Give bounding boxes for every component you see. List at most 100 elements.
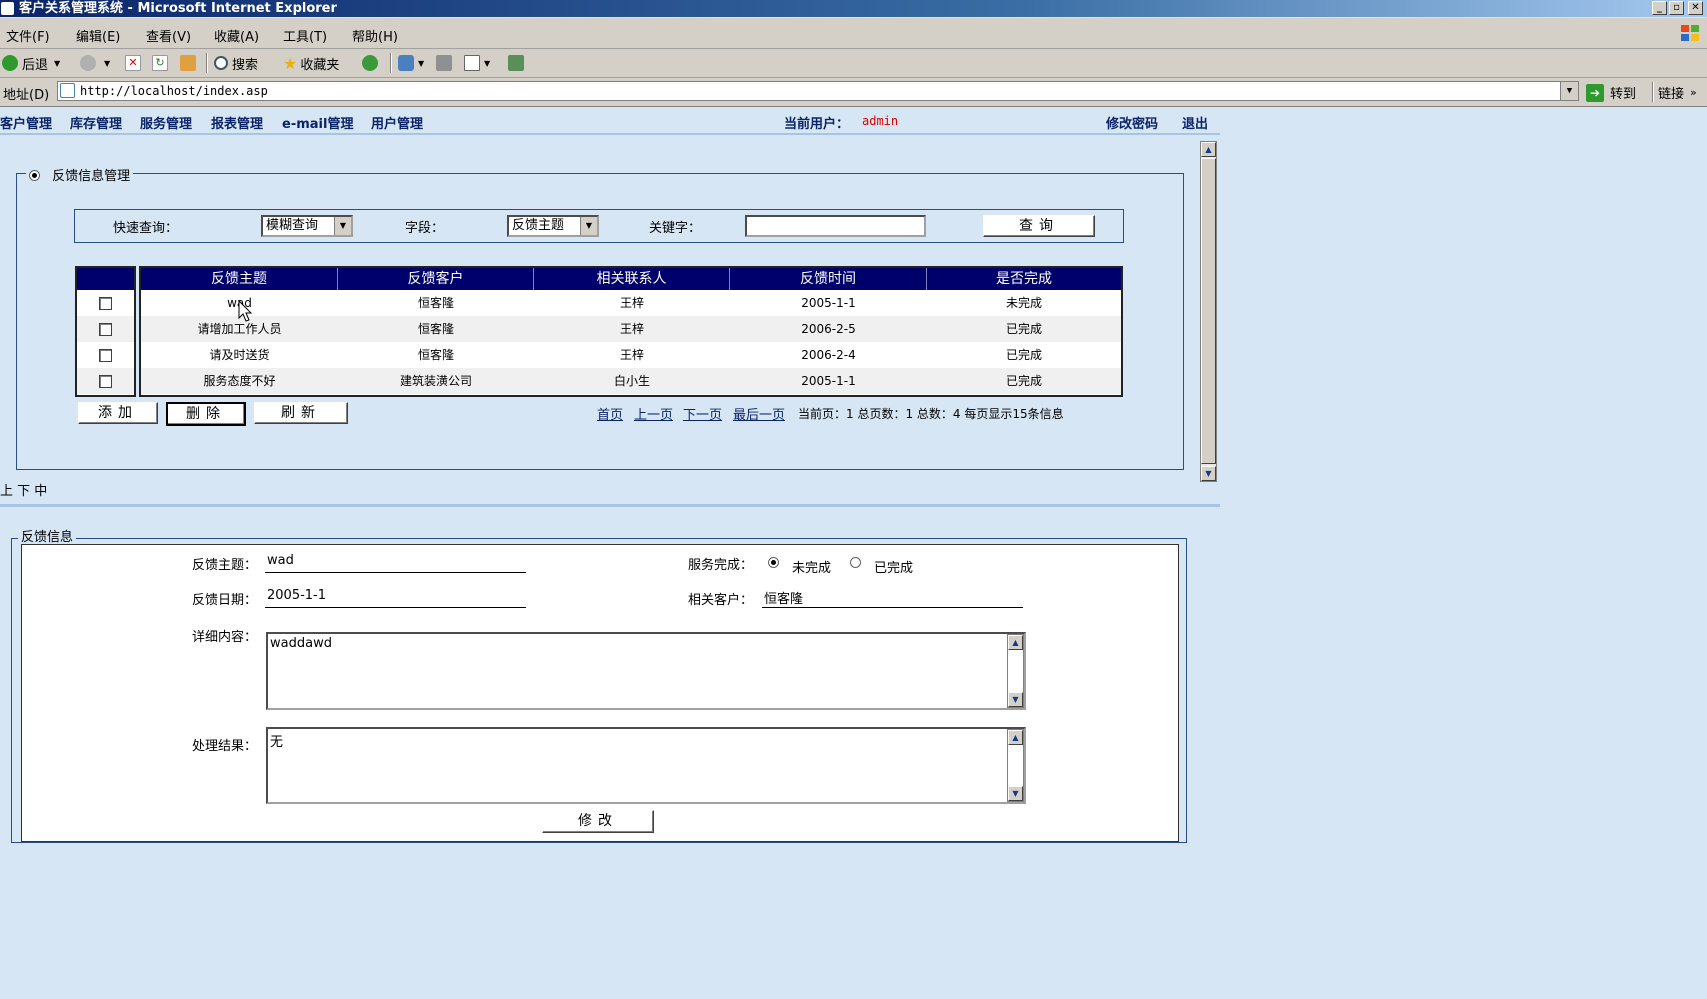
edit-button[interactable]: ▼ xyxy=(464,54,490,72)
row-checkbox[interactable] xyxy=(99,375,112,388)
menu-help[interactable]: 帮助(H) xyxy=(352,26,398,45)
print-button[interactable] xyxy=(436,54,456,72)
scroll-down-icon[interactable]: ▼ xyxy=(1201,466,1216,481)
restore-button[interactable]: ▫ xyxy=(1669,1,1684,15)
back-label: 后退 xyxy=(22,57,49,73)
cell-status: 已完成 xyxy=(1005,374,1042,388)
table-row[interactable]: 请增加工作人员 恒客隆 王梓 2006-2-5 已完成 xyxy=(141,316,1121,342)
address-dropdown-icon[interactable]: ▼ xyxy=(1560,82,1578,100)
col-contact[interactable]: 相关联系人 xyxy=(534,268,730,290)
row-checkbox[interactable] xyxy=(99,323,112,336)
content-text: waddawd xyxy=(270,636,332,651)
prev-page-link[interactable]: 上一页 xyxy=(634,404,673,423)
menu-tools[interactable]: 工具(T) xyxy=(283,26,327,45)
address-input[interactable]: http://localhost/index.asp ▼ xyxy=(57,81,1579,101)
cell-customer: 建筑装潢公司 xyxy=(399,374,472,388)
mail-button[interactable]: ▼ xyxy=(398,54,424,72)
table-row[interactable]: wad 恒客隆 王梓 2005-1-1 未完成 xyxy=(141,290,1121,316)
nav-service[interactable]: 服务管理 xyxy=(140,113,192,132)
row-checkbox[interactable] xyxy=(99,297,112,310)
links-button[interactable]: 链接 » xyxy=(1658,83,1697,102)
chevron-down-icon: ▼ xyxy=(580,217,597,235)
back-button[interactable]: 后退 ▼ xyxy=(2,54,60,73)
menu-favorites[interactable]: 收藏(A) xyxy=(214,26,259,45)
frame-divider[interactable] xyxy=(0,504,1220,507)
messenger-button[interactable] xyxy=(508,54,528,72)
cell-contact: 王梓 xyxy=(619,322,644,336)
cell-subject[interactable]: 请及时送货 xyxy=(141,342,338,368)
cell-time: 2006-2-4 xyxy=(801,348,856,362)
content-textarea[interactable]: waddawd ▲ ▼ xyxy=(266,632,1026,710)
logout-link[interactable]: 退出 xyxy=(1182,113,1208,132)
refresh-button[interactable]: ↻ xyxy=(152,54,172,72)
nav-inventory[interactable]: 库存管理 xyxy=(70,113,122,132)
upper-frame-scrollbar[interactable]: ▲ ▼ xyxy=(1200,141,1217,482)
result-scrollbar[interactable]: ▲ ▼ xyxy=(1007,729,1024,802)
browser-toolbar: 后退 ▼ ▼ ✕ ↻ 搜索 ★ 收藏夹 ▼ ▼ xyxy=(0,49,1707,78)
scroll-down-icon[interactable]: ▼ xyxy=(1008,786,1023,801)
chevron-down-icon: ▼ xyxy=(484,58,491,68)
scroll-down-icon[interactable]: ▼ xyxy=(1008,692,1023,707)
col-customer[interactable]: 反馈客户 xyxy=(338,268,534,290)
forward-button[interactable]: ▼ xyxy=(80,54,110,72)
delete-button[interactable]: 删除 xyxy=(166,402,246,426)
keyword-label: 关键字： xyxy=(649,221,702,236)
keyword-input[interactable] xyxy=(745,215,926,237)
result-text: 无 xyxy=(270,735,284,750)
nav-report[interactable]: 报表管理 xyxy=(211,113,263,132)
last-page-link[interactable]: 最后一页 xyxy=(733,404,785,423)
nav-email[interactable]: e-mail管理 xyxy=(282,113,353,132)
result-textarea[interactable]: 无 ▲ ▼ xyxy=(266,727,1026,804)
go-button[interactable]: ➔ 转到 xyxy=(1586,83,1636,102)
col-status[interactable]: 是否完成 xyxy=(927,268,1121,290)
radio-icon xyxy=(768,557,779,568)
next-page-link[interactable]: 下一页 xyxy=(683,404,722,423)
current-user-label: 当前用户： xyxy=(784,117,850,132)
nav-customer[interactable]: 客户管理 xyxy=(0,113,52,132)
home-button[interactable] xyxy=(180,54,200,72)
stop-button[interactable]: ✕ xyxy=(125,54,145,72)
menu-view[interactable]: 查看(V) xyxy=(146,26,191,45)
row-select-cell xyxy=(77,316,134,342)
menu-file[interactable]: 文件(F) xyxy=(6,26,50,45)
table-row[interactable]: 请及时送货 恒客隆 王梓 2006-2-4 已完成 xyxy=(141,342,1121,368)
radio-incomplete[interactable] xyxy=(768,556,779,571)
close-button[interactable]: ✕ xyxy=(1688,1,1703,15)
star-icon: ★ xyxy=(283,53,298,73)
search-icon xyxy=(214,56,228,70)
date-field[interactable]: 2005-1-1 xyxy=(265,588,526,608)
col-time[interactable]: 反馈时间 xyxy=(730,268,927,290)
add-button[interactable]: 添加 xyxy=(78,402,158,424)
radio-complete[interactable] xyxy=(850,556,861,571)
minimize-button[interactable]: _ xyxy=(1652,1,1667,15)
search-field-select[interactable]: 反馈主题 ▼ xyxy=(507,215,599,237)
search-button[interactable]: 搜索 xyxy=(214,54,258,73)
search-mode-select[interactable]: 模糊查询 ▼ xyxy=(261,215,353,237)
chevron-down-icon: ▼ xyxy=(334,217,351,235)
content-label: 详细内容： xyxy=(192,630,258,645)
refresh-list-button[interactable]: 刷新 xyxy=(254,402,348,424)
row-checkbox[interactable] xyxy=(99,349,112,362)
cell-subject[interactable]: 服务态度不好 xyxy=(141,368,338,394)
first-page-link[interactable]: 首页 xyxy=(597,404,623,423)
content-scrollbar[interactable]: ▲ ▼ xyxy=(1007,634,1024,708)
search-button[interactable]: 查询 xyxy=(983,215,1095,237)
favorites-button[interactable]: ★ 收藏夹 xyxy=(283,53,339,73)
table-row[interactable]: 服务态度不好 建筑装潢公司 白小生 2005-1-1 已完成 xyxy=(141,368,1121,394)
nav-users[interactable]: 用户管理 xyxy=(371,113,423,132)
scroll-up-icon[interactable]: ▲ xyxy=(1201,142,1216,157)
menu-edit[interactable]: 编辑(E) xyxy=(76,26,120,45)
change-password-link[interactable]: 修改密码 xyxy=(1106,113,1158,132)
date-label: 反馈日期： xyxy=(192,593,258,608)
col-subject[interactable]: 反馈主题 xyxy=(141,268,338,290)
scroll-up-icon[interactable]: ▲ xyxy=(1008,635,1023,650)
history-button[interactable] xyxy=(362,54,382,72)
scroll-up-icon[interactable]: ▲ xyxy=(1008,730,1023,745)
subject-field[interactable]: wad xyxy=(265,553,526,573)
customer-field[interactable]: 恒客隆 xyxy=(762,588,1023,608)
scroll-thumb[interactable] xyxy=(1201,158,1216,464)
ie-icon xyxy=(1,2,14,15)
modify-button[interactable]: 修改 xyxy=(542,810,654,833)
cell-customer: 恒客隆 xyxy=(417,296,454,310)
frame-resize-controls[interactable]: 上 下 中 xyxy=(0,480,47,499)
